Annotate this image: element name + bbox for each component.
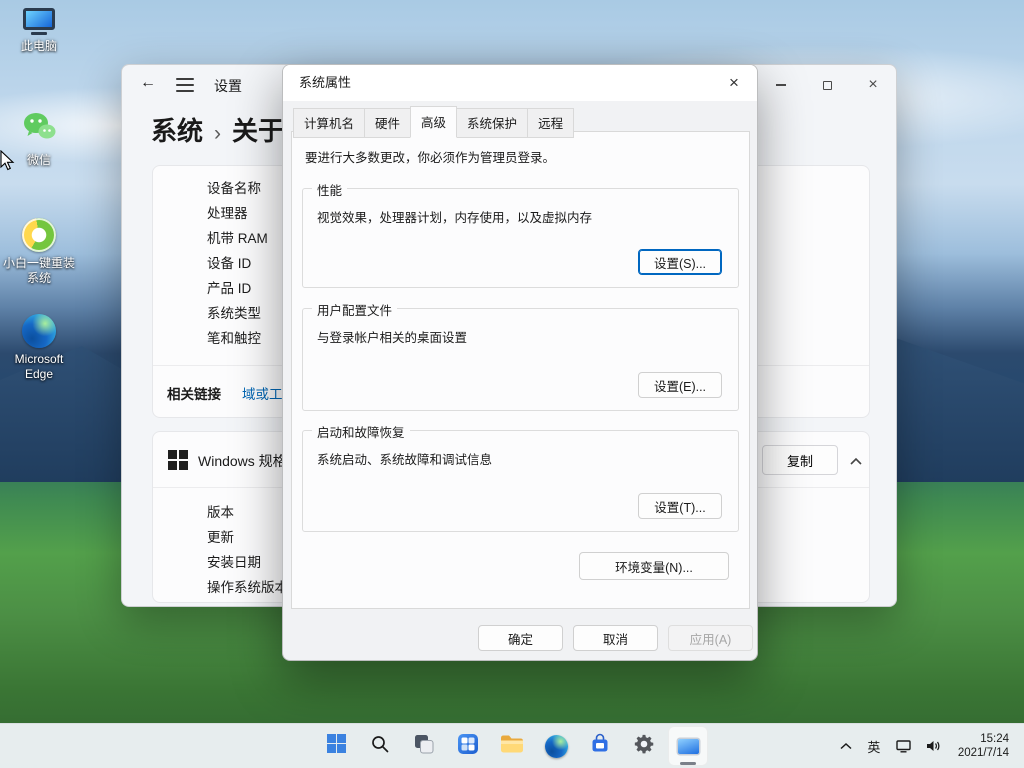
settings-button[interactable] xyxy=(624,726,664,766)
store-button[interactable] xyxy=(580,726,620,766)
system-tray: 英 15:24 2021/7/14 xyxy=(834,724,1018,768)
settings-app-title: 设置 xyxy=(214,76,242,96)
startup-recovery-settings-button[interactable]: 设置(T)... xyxy=(638,493,722,519)
chevron-up-icon[interactable] xyxy=(849,453,863,471)
row-system-type: 系统类型 xyxy=(207,305,261,323)
task-view-icon xyxy=(413,733,435,760)
xiaobai-app-button[interactable] xyxy=(668,726,708,766)
windows-logo-icon xyxy=(168,450,188,470)
store-bag-icon xyxy=(589,733,611,760)
related-links-label: 相关链接 xyxy=(167,383,221,403)
clock-time: 15:24 xyxy=(958,732,1009,746)
tray-chevron-up-icon[interactable] xyxy=(834,728,858,764)
breadcrumb-separator: › xyxy=(214,122,221,146)
xiaobai-icon xyxy=(22,218,56,252)
breadcrumb-about: 关于 xyxy=(232,111,284,148)
tab-computer-name[interactable]: 计算机名 xyxy=(293,108,365,138)
taskbar-clock[interactable]: 15:24 2021/7/14 xyxy=(949,732,1018,760)
gear-icon xyxy=(633,733,655,760)
row-device-name: 设备名称 xyxy=(207,180,261,198)
dialog-tabs: 计算机名 硬件 高级 系统保护 远程 xyxy=(293,108,573,138)
desktop-icon-label: 此电脑 xyxy=(21,39,57,54)
search-button[interactable] xyxy=(360,726,400,766)
row-product-id: 产品 ID xyxy=(207,280,251,298)
network-icon[interactable] xyxy=(890,728,917,764)
user-profiles-group-title: 用户配置文件 xyxy=(312,300,397,319)
startup-recovery-group-title: 启动和故障恢复 xyxy=(312,422,410,441)
breadcrumb-system[interactable]: 系统 xyxy=(151,111,203,148)
system-properties-dialog: 系统属性 × 计算机名 硬件 高级 系统保护 远程 要进行大多数更改，你必须作为… xyxy=(282,64,758,661)
performance-group-desc: 视觉效果，处理器计划，内存使用，以及虚拟内存 xyxy=(317,207,592,226)
tab-system-protection[interactable]: 系统保护 xyxy=(456,108,528,138)
startup-recovery-group: 启动和故障恢复 系统启动、系统故障和调试信息 设置(T)... xyxy=(302,430,739,532)
close-icon[interactable]: × xyxy=(850,65,896,105)
widgets-button[interactable] xyxy=(448,726,488,766)
tab-remote[interactable]: 远程 xyxy=(527,108,574,138)
row-edition: 版本 xyxy=(207,504,234,522)
wechat-icon xyxy=(21,110,57,149)
xiaobai-app-icon xyxy=(678,739,699,754)
performance-group-title: 性能 xyxy=(312,180,347,199)
edge-button[interactable] xyxy=(536,726,576,766)
desktop-icon-edge[interactable]: Microsoft Edge xyxy=(0,314,78,382)
apply-button[interactable]: 应用(A) xyxy=(668,625,753,651)
start-button[interactable] xyxy=(316,726,356,766)
user-profiles-group: 用户配置文件 与登录帐户相关的桌面设置 设置(E)... xyxy=(302,308,739,411)
row-update: 更新 xyxy=(207,529,234,547)
windows-spec-title: Windows 规格 xyxy=(198,451,287,471)
maximize-icon[interactable] xyxy=(804,65,850,105)
settings-window-controls: × xyxy=(758,65,896,105)
this-pc-icon xyxy=(23,8,55,35)
ime-indicator[interactable]: 英 xyxy=(861,728,887,764)
taskbar-center xyxy=(316,726,708,766)
volume-icon[interactable] xyxy=(920,728,946,764)
performance-settings-button[interactable]: 设置(S)... xyxy=(638,249,722,275)
dialog-titlebar[interactable]: 系统属性 × xyxy=(283,65,757,101)
admin-note: 要进行大多数更改，你必须作为管理员登录。 xyxy=(305,147,555,166)
desktop-icon-label: 小白一键重装系统 xyxy=(0,256,78,286)
user-profiles-settings-button[interactable]: 设置(E)... xyxy=(638,372,722,398)
tab-advanced[interactable]: 高级 xyxy=(410,106,457,138)
row-device-id: 设备 ID xyxy=(207,255,251,273)
desktop-icon-wechat[interactable]: 微信 xyxy=(0,110,78,168)
back-arrow-icon[interactable]: ← xyxy=(136,74,160,96)
dialog-close-button[interactable]: × xyxy=(711,65,757,101)
row-os-build: 操作系统版本 xyxy=(207,579,288,597)
widgets-icon xyxy=(457,733,479,760)
edge-icon xyxy=(22,314,56,348)
breadcrumb: 系统 › 关于 xyxy=(151,111,284,148)
desktop-icon-label: Microsoft Edge xyxy=(0,352,78,382)
clock-date: 2021/7/14 xyxy=(958,746,1009,760)
dialog-title: 系统属性 xyxy=(299,65,351,101)
row-install-date: 安装日期 xyxy=(207,554,261,572)
file-explorer-button[interactable] xyxy=(492,726,532,766)
row-pen-touch: 笔和触控 xyxy=(207,330,261,348)
folder-icon xyxy=(500,733,524,759)
row-processor: 处理器 xyxy=(207,205,248,223)
copy-button[interactable]: 复制 xyxy=(762,445,838,475)
startup-recovery-group-desc: 系统启动、系统故障和调试信息 xyxy=(317,449,492,468)
performance-group: 性能 视觉效果，处理器计划，内存使用，以及虚拟内存 设置(S)... xyxy=(302,188,739,288)
search-icon xyxy=(370,734,390,759)
advanced-tab-page: 要进行大多数更改，你必须作为管理员登录。 性能 视觉效果，处理器计划，内存使用，… xyxy=(291,131,750,609)
minimize-icon[interactable] xyxy=(758,65,804,105)
tab-hardware[interactable]: 硬件 xyxy=(364,108,411,138)
user-profiles-group-desc: 与登录帐户相关的桌面设置 xyxy=(317,327,467,346)
windows-start-icon xyxy=(327,734,346,758)
edge-icon xyxy=(545,735,568,758)
desktop-icon-this-pc[interactable]: 此电脑 xyxy=(0,8,78,54)
running-indicator xyxy=(680,762,696,765)
ok-button[interactable]: 确定 xyxy=(478,625,563,651)
hamburger-menu-icon[interactable] xyxy=(176,78,194,92)
row-installed-ram: 机带 RAM xyxy=(207,230,268,248)
task-view-button[interactable] xyxy=(404,726,444,766)
desktop-icon-label: 微信 xyxy=(27,153,51,168)
taskbar: 英 15:24 2021/7/14 xyxy=(0,723,1024,768)
desktop-icon-xiaobai[interactable]: 小白一键重装系统 xyxy=(0,218,78,286)
environment-variables-button[interactable]: 环境变量(N)... xyxy=(579,552,729,580)
cancel-button[interactable]: 取消 xyxy=(573,625,658,651)
